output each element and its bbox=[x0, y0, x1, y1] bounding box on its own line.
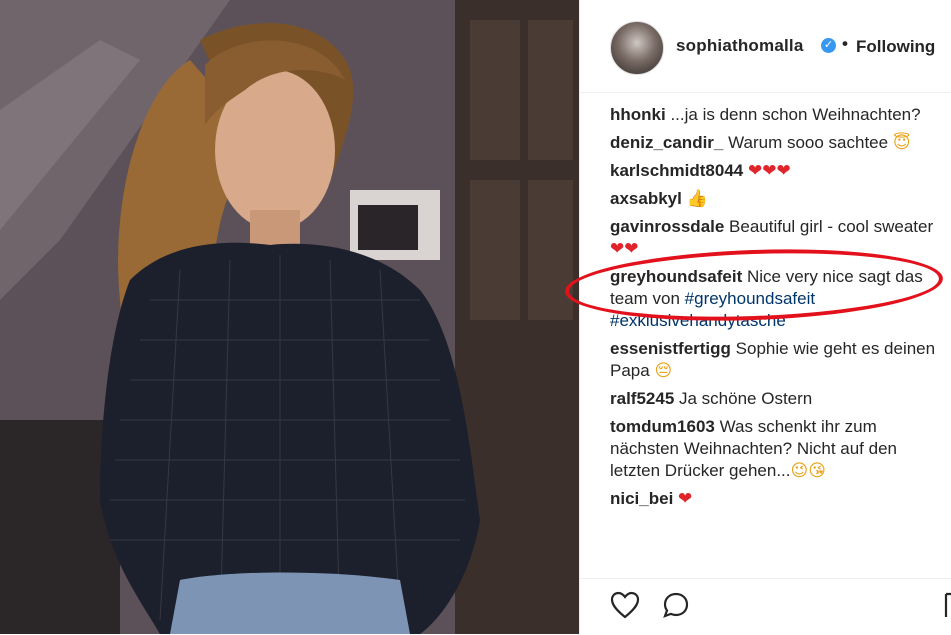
comment-username[interactable]: axsabkyl bbox=[610, 189, 682, 208]
comment-text: ...ja is denn schon Weihnachten? bbox=[665, 105, 921, 124]
comment-username[interactable]: ralf5245 bbox=[610, 389, 674, 408]
photo-illustration bbox=[0, 0, 579, 634]
heart-emoji-icon: ❤ bbox=[678, 489, 693, 509]
comment-username[interactable]: essenistfertigg bbox=[610, 339, 731, 358]
comment-item: axsabkyl 👍 bbox=[610, 188, 946, 210]
comment-item: hhonki ...ja is denn schon Weihnachten? bbox=[610, 104, 946, 126]
comment-item: deniz_candir_ Warum sooo sachtee 😇 bbox=[610, 132, 946, 154]
comment-item: essenistfertigg Sophie wie geht es deine… bbox=[610, 338, 946, 382]
heart-emoji-icon: ❤❤ bbox=[610, 239, 639, 259]
verified-badge-icon: ✓ bbox=[821, 38, 836, 53]
pensive-emoji-icon: 😔 bbox=[654, 361, 673, 381]
post-header: sophiathomalla ✓ • Following bbox=[580, 0, 951, 93]
comment-username[interactable]: nici_bei bbox=[610, 489, 673, 508]
wink-kiss-emoji-icon: 😉😘 bbox=[790, 461, 826, 481]
thumbs-up-emoji-icon: 👍 bbox=[686, 189, 708, 209]
comment-username[interactable]: deniz_candir_ bbox=[610, 133, 723, 152]
halo-emoji-icon: 😇 bbox=[892, 133, 911, 153]
comment-bubble-icon[interactable] bbox=[662, 591, 690, 619]
heart-outline-icon[interactable] bbox=[610, 591, 640, 619]
comment-item: nici_bei ❤ bbox=[610, 488, 946, 510]
post-actions-bar bbox=[580, 578, 951, 635]
profile-username[interactable]: sophiathomalla bbox=[676, 36, 804, 56]
comment-item: ralf5245 Ja schöne Ostern bbox=[610, 388, 946, 410]
instagram-post-screenshot: sophiathomalla ✓ • Following hhonki ...j… bbox=[0, 0, 951, 634]
comment-username[interactable]: hhonki bbox=[610, 105, 666, 124]
comment-username[interactable]: tomdum1603 bbox=[610, 417, 715, 436]
comment-text: Warum sooo sachtee bbox=[723, 133, 893, 152]
comment-username[interactable]: gavinrossdale bbox=[610, 217, 724, 236]
separator-dot: • bbox=[842, 34, 848, 53]
comment-item: tomdum1603 Was schenkt ihr zum nächsten … bbox=[610, 416, 946, 482]
comment-text: Beautiful girl - cool sweater bbox=[724, 217, 934, 236]
heart-emoji-icon: ❤❤❤ bbox=[747, 161, 791, 181]
avatar[interactable] bbox=[610, 21, 664, 75]
bookmark-icon[interactable] bbox=[944, 591, 951, 619]
comment-item: karlschmidt8044 ❤❤❤ bbox=[610, 160, 946, 182]
following-button[interactable]: Following bbox=[856, 37, 935, 57]
comment-username[interactable]: karlschmidt8044 bbox=[610, 161, 743, 180]
comment-text: Ja schöne Ostern bbox=[674, 389, 813, 408]
post-photo[interactable] bbox=[0, 0, 579, 634]
